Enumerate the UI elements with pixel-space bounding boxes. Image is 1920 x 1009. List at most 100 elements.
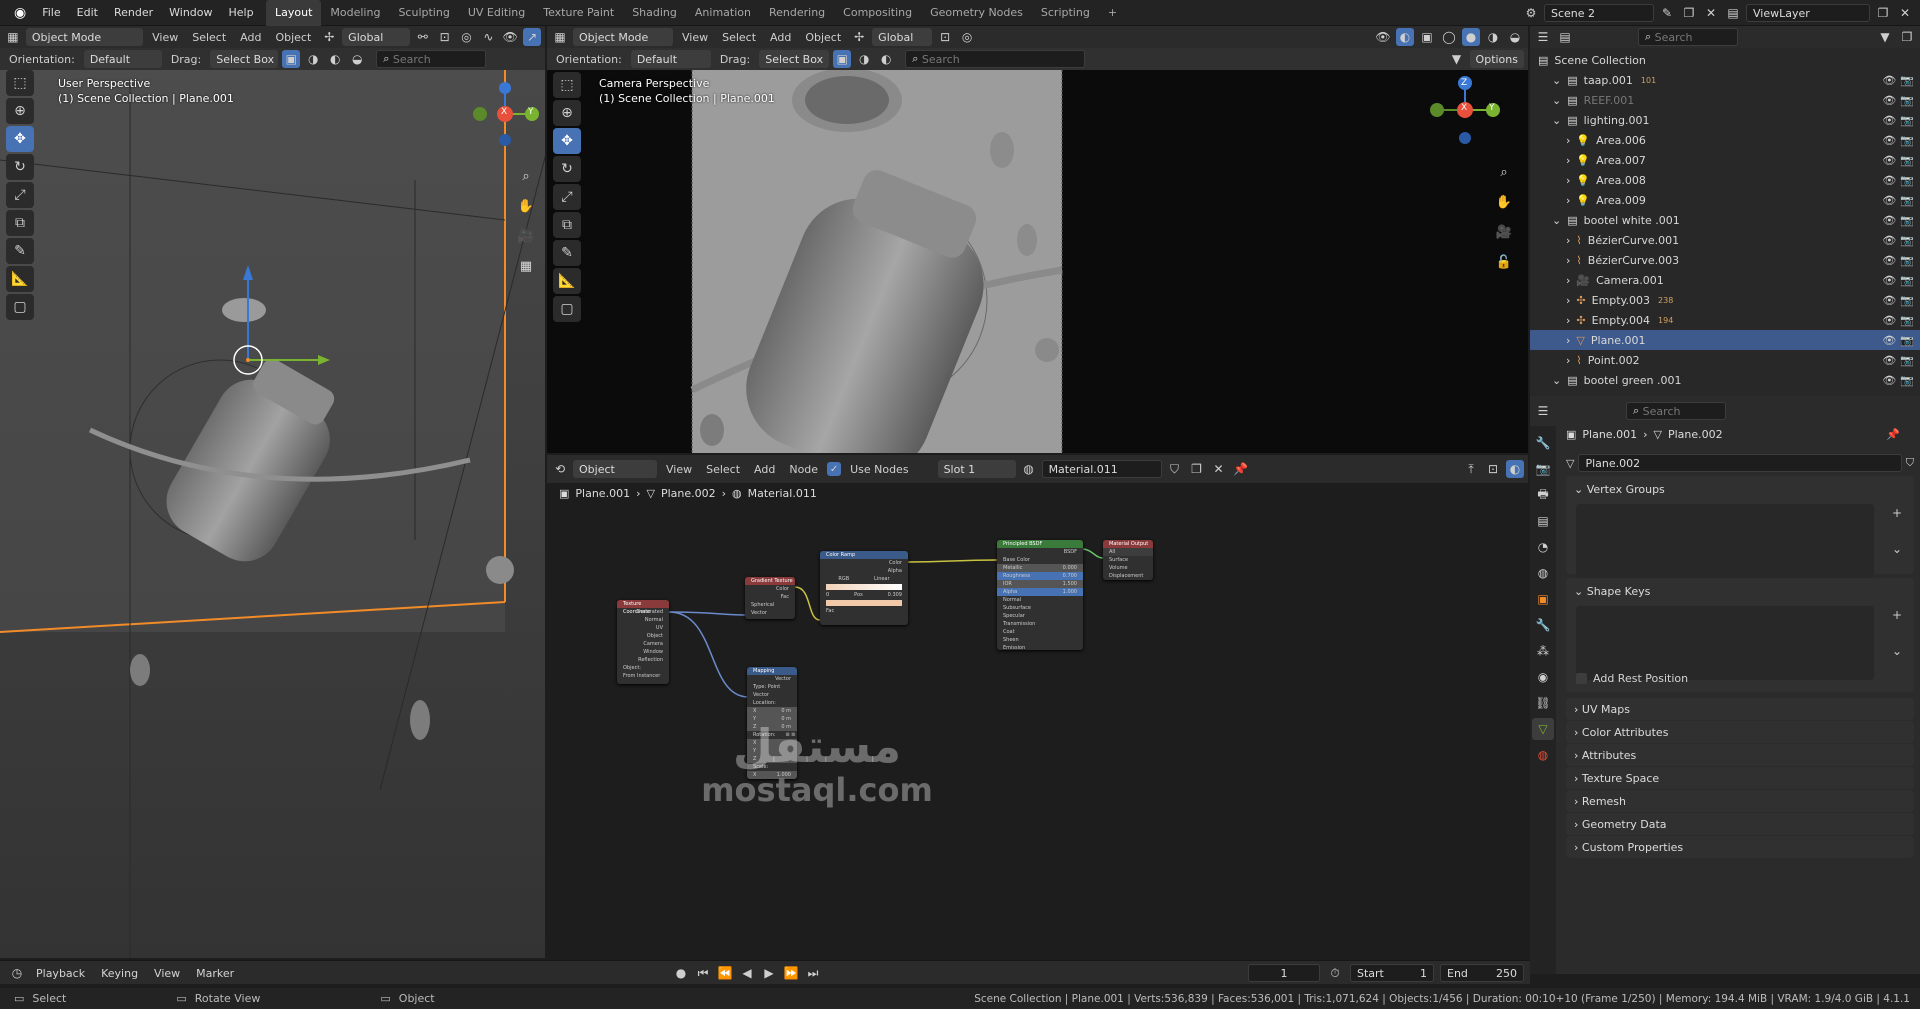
editor-type-icon[interactable]: ◷ <box>8 964 26 982</box>
nav-gizmo[interactable]: X Y <box>470 80 540 160</box>
physics-tab-icon[interactable]: ◉ <box>1532 666 1554 688</box>
shape-key-list[interactable] <box>1576 606 1874 680</box>
jump-start-icon[interactable]: ⏮ <box>694 964 712 982</box>
chevron-right-icon[interactable]: › <box>1566 274 1570 287</box>
add-icon[interactable]: + <box>1888 504 1906 522</box>
viewport-left-canvas[interactable]: User Perspective (1) Scene Collection | … <box>0 70 545 958</box>
select-box-tool[interactable]: ⬚ <box>6 70 34 96</box>
eye-icon[interactable]: 👁 <box>1882 254 1896 267</box>
render-camera-icon[interactable]: 📷 <box>1900 154 1914 167</box>
panel-collapsed[interactable]: › Geometry Data <box>1566 813 1914 835</box>
chevron-right-icon[interactable]: › <box>1566 154 1570 167</box>
menu-select[interactable]: Select <box>187 31 231 44</box>
select-box-tool[interactable]: ⬚ <box>553 72 581 98</box>
wireframe-shading-icon[interactable]: ◯ <box>1440 28 1458 46</box>
rotate-tool[interactable]: ↻ <box>6 154 34 180</box>
breadcrumb-object[interactable]: Plane.001 <box>1582 428 1637 441</box>
snap-icon[interactable]: ⊡ <box>436 28 454 46</box>
orientation-selector[interactable]: Default <box>630 50 711 68</box>
menu-select[interactable]: Select <box>717 31 761 44</box>
search-input[interactable]: ⌕ Search <box>376 50 487 68</box>
add-workspace-button[interactable]: + <box>1099 0 1126 26</box>
material-icon[interactable]: ◐ <box>877 50 895 68</box>
panel-collapsed[interactable]: › Custom Properties <box>1566 836 1914 858</box>
menu-playback[interactable]: Playback <box>30 967 91 980</box>
modifier-tab-icon[interactable]: 🔧 <box>1532 614 1554 636</box>
outliner-row-light[interactable]: › 💡 Area.009 👁 📷 <box>1530 190 1920 210</box>
outliner-row-curve[interactable]: › ⌇ Point.002 👁 📷 <box>1530 350 1920 370</box>
visibility-icon[interactable]: 👁 <box>501 28 519 46</box>
tab-scripting[interactable]: Scripting <box>1032 0 1099 26</box>
move-tool[interactable]: ✥ <box>6 126 34 152</box>
add-icon[interactable]: + <box>1888 606 1906 624</box>
chevron-right-icon[interactable]: › <box>1566 294 1570 307</box>
menu-object[interactable]: Object <box>800 31 846 44</box>
eye-icon[interactable]: 👁 <box>1882 354 1896 367</box>
outliner-row-light[interactable]: › 💡 Area.007 👁 📷 <box>1530 150 1920 170</box>
eye-icon[interactable]: 👁 <box>1882 374 1896 387</box>
chevron-right-icon[interactable]: › <box>1566 254 1570 267</box>
loc-x-field[interactable]: 0 m <box>781 707 791 715</box>
render-shading-icon[interactable]: ◒ <box>1506 28 1524 46</box>
play-icon[interactable]: ▶ <box>760 964 778 982</box>
menu-add[interactable]: Add <box>765 31 796 44</box>
outliner-row-light[interactable]: › 💡 Area.008 👁 📷 <box>1530 170 1920 190</box>
socket-color[interactable]: Color <box>745 585 795 593</box>
chevron-down-icon[interactable]: ⌄ <box>1552 114 1561 127</box>
stop-color-swatch[interactable] <box>826 600 902 606</box>
chevron-right-icon[interactable]: › <box>1566 194 1570 207</box>
eye-icon[interactable]: 👁 <box>1882 314 1896 327</box>
tab-rendering[interactable]: Rendering <box>760 0 834 26</box>
menu-marker[interactable]: Marker <box>190 967 240 980</box>
panel-collapsed[interactable]: › Attributes <box>1566 744 1914 766</box>
render-camera-icon[interactable]: 📷 <box>1900 174 1914 187</box>
select-mode-icon[interactable]: ▣ <box>833 50 852 68</box>
socket-bsdf[interactable]: BSDF <box>997 548 1083 556</box>
render-camera-icon[interactable]: 📷 <box>1900 374 1914 387</box>
outliner-row-collection[interactable]: ⌄ ▤ bootel white .001 👁 📷 <box>1530 210 1920 230</box>
tab-layout[interactable]: Layout <box>266 0 322 26</box>
socket-base-color[interactable]: Base Color <box>997 556 1083 564</box>
socket-window[interactable]: Window <box>617 648 669 656</box>
close-scene-icon[interactable]: ✕ <box>1702 4 1720 22</box>
outliner-search-input[interactable]: ⌕ Search <box>1638 28 1738 46</box>
transform-orientation[interactable]: Global <box>342 28 410 46</box>
pin-icon[interactable]: 📌 <box>1886 428 1900 441</box>
tab-geometry-nodes[interactable]: Geometry Nodes <box>921 0 1032 26</box>
zoom-icon[interactable]: ⌕ <box>1492 160 1516 184</box>
tool-tab-icon[interactable]: 🔧 <box>1532 432 1554 454</box>
annotate-tool[interactable]: ✎ <box>553 240 581 266</box>
add-cube-tool[interactable]: ▢ <box>553 296 581 322</box>
chevron-down-icon[interactable]: ⌄ <box>1888 540 1906 558</box>
next-keyframe-icon[interactable]: ⏩ <box>782 964 800 982</box>
node-gradient-texture[interactable]: Gradient Texture Color Fac Spherical Vec… <box>745 577 795 619</box>
breadcrumb-mesh[interactable]: Plane.002 <box>1668 428 1723 441</box>
outliner-row-curve[interactable]: › ⌇ BézierCurve.001 👁 📷 <box>1530 230 1920 250</box>
render-camera-icon[interactable]: 📷 <box>1900 114 1914 127</box>
menu-keying[interactable]: Keying <box>95 967 144 980</box>
visibility-icon[interactable]: 👁 <box>1374 28 1392 46</box>
falloff-icon[interactable]: ∿ <box>479 28 497 46</box>
material-icon[interactable]: ◐ <box>326 50 344 68</box>
orientation-selector[interactable]: Default <box>83 50 162 68</box>
start-frame-field[interactable]: Start 1 <box>1350 964 1434 982</box>
display-mode-icon[interactable]: ▤ <box>1556 28 1574 46</box>
stop-index[interactable]: 0 <box>826 591 829 599</box>
tab-shading[interactable]: Shading <box>623 0 686 26</box>
eye-icon[interactable]: 👁 <box>1882 214 1896 227</box>
tab-compositing[interactable]: Compositing <box>834 0 921 26</box>
chevron-right-icon[interactable]: › <box>1566 314 1570 327</box>
render-camera-icon[interactable]: 📷 <box>1900 294 1914 307</box>
outliner-row-curve[interactable]: › ⌇ BézierCurve.003 👁 📷 <box>1530 250 1920 270</box>
annotate-tool[interactable]: ✎ <box>6 238 34 264</box>
ramp-gradient-bar[interactable] <box>826 584 902 590</box>
outliner-row-collection[interactable]: ⌄ ▤ REEF.001 👁 📷 <box>1530 90 1920 110</box>
outliner-row-empty[interactable]: › ✣ Empty.003 238 👁 📷 <box>1530 290 1920 310</box>
eye-icon[interactable]: 👁 <box>1882 94 1896 107</box>
measure-tool[interactable]: 📐 <box>553 268 581 294</box>
shading-icon[interactable]: ◑ <box>304 50 322 68</box>
outliner-row-mesh[interactable]: › ▽ Plane.001 👁 📷 <box>1530 330 1920 350</box>
material-shading-icon[interactable]: ◑ <box>1484 28 1502 46</box>
options-button[interactable]: Options <box>1469 50 1524 68</box>
eye-icon[interactable]: 👁 <box>1882 334 1896 347</box>
